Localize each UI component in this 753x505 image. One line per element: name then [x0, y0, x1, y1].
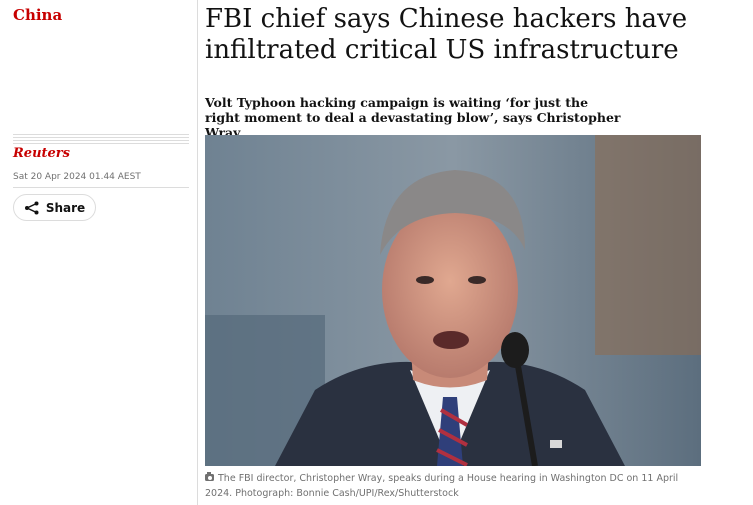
meta-divider-lines — [13, 134, 189, 146]
article-main-image[interactable] — [205, 135, 701, 466]
share-icon — [24, 201, 39, 214]
camera-icon — [205, 472, 214, 481]
share-button[interactable]: Share — [13, 194, 96, 221]
column-divider — [197, 0, 198, 505]
publish-date: Sat 20 Apr 2024 01.44 AEST — [13, 172, 141, 182]
photo-illustration — [205, 135, 701, 466]
image-caption-text: The FBI director, Christopher Wray, spea… — [205, 473, 679, 499]
share-label: Share — [45, 200, 86, 215]
image-caption: The FBI director, Christopher Wray, spea… — [205, 472, 705, 501]
meta-divider — [13, 187, 189, 188]
byline-author[interactable]: Reuters — [13, 146, 70, 161]
article-headline: FBI chief says Chinese hackers have infi… — [205, 4, 688, 65]
article-standfirst: Volt Typhoon hacking campaign is waiting… — [205, 95, 621, 140]
section-link-china[interactable]: China — [13, 6, 62, 24]
